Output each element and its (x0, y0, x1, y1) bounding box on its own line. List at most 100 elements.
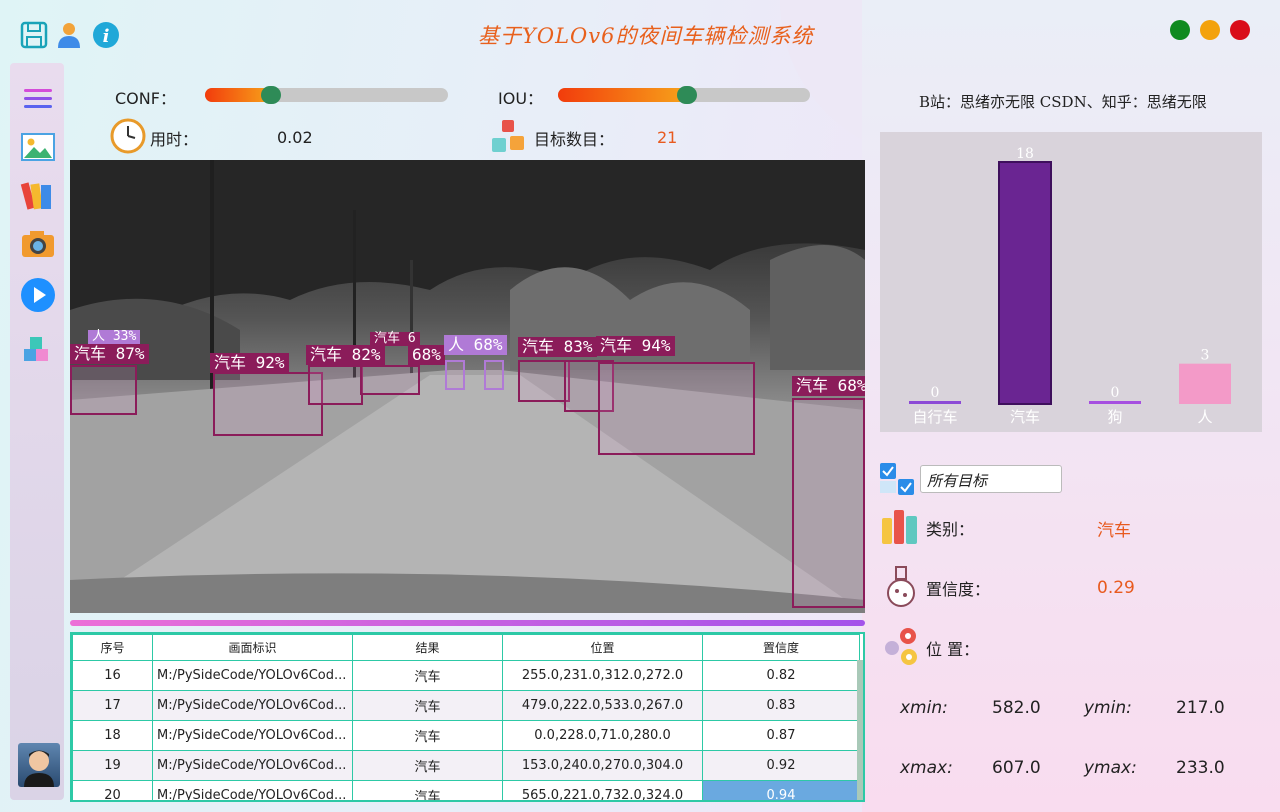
cell-confidence: 0.94 (702, 780, 860, 800)
cell-position: 479.0,222.0,533.0,267.0 (502, 690, 703, 721)
cell-result: 汽车 (352, 690, 503, 721)
cell-confidence: 0.92 (702, 750, 860, 781)
cell-source: M:/PySideCode/YOLOv6Cod... (152, 720, 353, 751)
table-row[interactable]: 19 M:/PySideCode/YOLOv6Cod... 汽车 153.0,2… (72, 750, 860, 781)
xmin-value: 582.0 (992, 698, 1041, 718)
detection-box (598, 362, 755, 455)
camera-icon[interactable] (20, 225, 56, 261)
save-icon[interactable] (20, 20, 48, 50)
table-header-position[interactable]: 位置 (502, 634, 703, 661)
iou-label: IOU： (498, 89, 544, 108)
cell-index: 19 (72, 750, 153, 781)
detection-box (445, 360, 465, 390)
detection-label: 汽车 87% (70, 344, 149, 364)
chart-bar (909, 401, 961, 404)
page-title: 基于YOLOv6的夜间车辆检测系统 (478, 24, 814, 48)
chart-bar (998, 161, 1052, 405)
cell-index: 20 (72, 780, 153, 800)
avatar[interactable] (18, 743, 60, 787)
table-row[interactable]: 18 M:/PySideCode/YOLOv6Cod... 汽车 0.0,228… (72, 720, 860, 751)
count-label: 目标数目： (534, 130, 615, 149)
xmin-label: xmin: (900, 698, 948, 718)
xmax-label: xmax: (900, 758, 953, 778)
cell-source: M:/PySideCode/YOLOv6Cod... (152, 690, 353, 721)
video-play-icon[interactable] (20, 277, 56, 313)
chart-bar (1179, 363, 1231, 404)
conf-label: CONF： (115, 89, 176, 108)
table-header-source[interactable]: 画面标识 (152, 634, 353, 661)
confidence-value: 0.29 (1097, 578, 1135, 598)
cell-source: M:/PySideCode/YOLOv6Cod... (152, 660, 353, 691)
chart-bar-value: 0 (1111, 385, 1120, 401)
table-row[interactable]: 16 M:/PySideCode/YOLOv6Cod... 汽车 255.0,2… (72, 660, 860, 691)
maximize-button[interactable] (1170, 20, 1190, 40)
user-icon[interactable] (56, 20, 84, 50)
cell-index: 18 (72, 720, 153, 751)
time-value: 0.02 (277, 128, 313, 147)
cell-confidence: 0.87 (702, 720, 860, 751)
chart-bar-value: 18 (1016, 146, 1034, 162)
class-value: 汽车 (1097, 521, 1131, 541)
image-icon[interactable] (20, 129, 56, 165)
chart-bar-value: 3 (1201, 348, 1210, 364)
info-icon[interactable]: i (92, 20, 120, 50)
iou-slider-handle[interactable] (677, 86, 697, 104)
detection-label: 人 68% (444, 335, 507, 355)
detection-box (792, 398, 865, 608)
detection-label: 汽车 82% (306, 345, 385, 365)
position-label: 位 置： (926, 640, 980, 659)
cell-position: 565.0,221.0,732.0,324.0 (502, 780, 703, 800)
iou-slider-fill (558, 88, 687, 102)
class-label: 类别： (926, 520, 975, 539)
conf-slider-track[interactable] (205, 88, 448, 102)
table-row[interactable]: 17 M:/PySideCode/YOLOv6Cod... 汽车 479.0,2… (72, 690, 860, 721)
confidence-label: 置信度： (926, 580, 991, 599)
model-cube-icon[interactable] (20, 333, 56, 369)
clock-icon (110, 118, 146, 154)
cell-position: 153.0,240.0,270.0,304.0 (502, 750, 703, 781)
cell-result: 汽车 (352, 660, 503, 691)
video-progress-bar[interactable] (70, 620, 865, 626)
detection-label: 汽车 94% (596, 336, 675, 356)
cell-result: 汽车 (352, 750, 503, 781)
cell-source: M:/PySideCode/YOLOv6Cod... (152, 780, 353, 800)
svg-text:i: i (103, 26, 110, 47)
minimize-button[interactable] (1200, 20, 1220, 40)
checkbox-icon[interactable] (880, 463, 916, 495)
category-bottles-icon (880, 506, 920, 546)
chart-category-label: 人 (1197, 408, 1212, 426)
table-row-selected[interactable]: 20 M:/PySideCode/YOLOv6Cod... 汽车 565.0,2… (72, 780, 860, 800)
chart-category-label: 自行车 (912, 408, 957, 426)
table-header-index[interactable]: 序号 (72, 634, 153, 661)
table-scrollbar[interactable] (857, 660, 863, 800)
cell-result: 汽车 (352, 720, 503, 751)
sidebar (10, 63, 64, 800)
cell-position: 0.0,228.0,71.0,280.0 (502, 720, 703, 751)
flask-icon (883, 565, 919, 609)
target-filter-select[interactable]: 所有目标 (920, 465, 1062, 493)
video-frame: 汽车 87% 汽车 92% 汽车 82% 68% 人 68% 汽车 83% 汽车… (70, 160, 865, 613)
close-button[interactable] (1230, 20, 1250, 40)
class-count-chart: 0 自行车 18 汽车 0 狗 3 人 (880, 132, 1262, 432)
detection-box (308, 365, 363, 405)
cell-confidence: 0.82 (702, 660, 860, 691)
detection-box (518, 360, 570, 402)
chart-canvas: 0 自行车 18 汽车 0 狗 3 人 (909, 146, 1231, 426)
table-header-confidence[interactable]: 置信度 (702, 634, 860, 661)
table-header-result[interactable]: 结果 (352, 634, 503, 661)
detection-box (360, 365, 420, 395)
conf-slider-handle[interactable] (261, 86, 281, 104)
ymax-value: 233.0 (1176, 758, 1225, 778)
detection-label: 68% (408, 345, 445, 365)
folder-icon[interactable] (20, 177, 56, 213)
cell-index: 16 (72, 660, 153, 691)
cell-position: 255.0,231.0,312.0,272.0 (502, 660, 703, 691)
detection-label: 汽车 83% (518, 337, 597, 357)
chart-bar (1089, 401, 1141, 404)
chart-category-label: 汽车 (1010, 408, 1040, 426)
cell-source: M:/PySideCode/YOLOv6Cod... (152, 750, 353, 781)
chart-bar-value: 0 (931, 385, 940, 401)
menu-icon[interactable] (20, 81, 56, 117)
count-value: 21 (657, 128, 678, 147)
ymin-value: 217.0 (1176, 698, 1225, 718)
